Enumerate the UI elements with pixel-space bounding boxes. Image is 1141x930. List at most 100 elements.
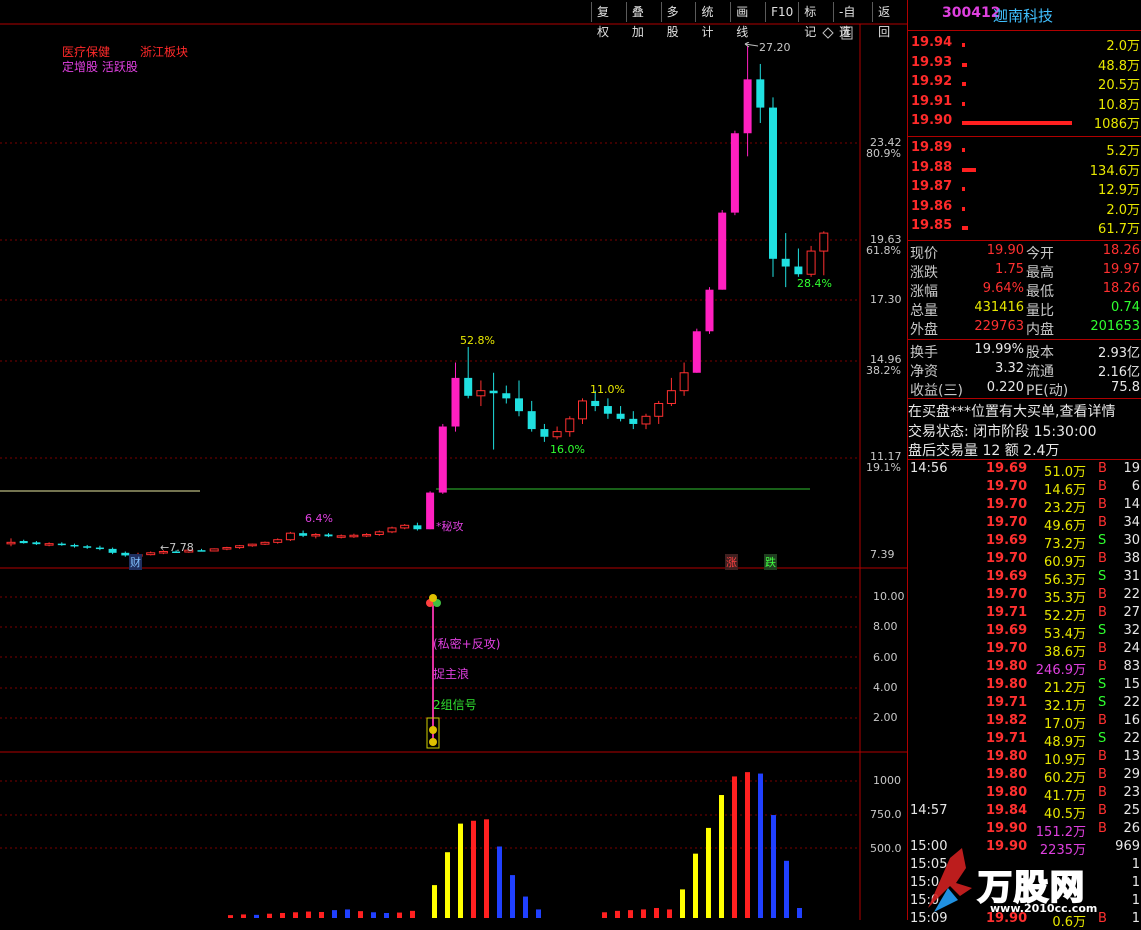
candle[interactable] [235, 544, 245, 549]
orderbook-row[interactable]: 19.85 61.7万 [908, 218, 1141, 237]
toolbar-button-1[interactable]: 叠加 [625, 2, 661, 39]
candle[interactable] [299, 530, 308, 538]
candle[interactable] [32, 541, 41, 545]
candle[interactable] [718, 210, 727, 290]
tick-count: 1 [1131, 893, 1140, 908]
sector-tag-zhejiang[interactable]: 浙江板块 [140, 43, 188, 60]
candle[interactable] [95, 545, 104, 551]
candle[interactable] [730, 130, 739, 216]
candle[interactable] [756, 63, 765, 123]
candle[interactable] [311, 533, 321, 539]
candle[interactable] [679, 362, 689, 396]
tick-count: 1 [1131, 875, 1140, 890]
candle[interactable] [540, 423, 549, 442]
candle[interactable] [578, 398, 587, 424]
candle[interactable] [324, 533, 333, 538]
candle[interactable] [806, 245, 816, 277]
toolbar-button-0[interactable]: 复权 [591, 2, 626, 39]
candle[interactable] [603, 398, 612, 419]
candle[interactable] [44, 542, 54, 547]
candle[interactable] [374, 530, 384, 536]
orderbook-row[interactable]: 19.91 10.8万 [908, 94, 1141, 113]
volume-bar [615, 910, 620, 918]
candle[interactable] [349, 533, 359, 538]
candle[interactable] [464, 346, 473, 399]
candle[interactable] [108, 547, 117, 555]
limit-down-marker[interactable]: 跌 [764, 554, 777, 570]
candle[interactable] [705, 287, 714, 334]
toolbar-button-6[interactable]: 标记 [798, 2, 833, 39]
candle[interactable] [260, 541, 270, 545]
toolbar-button-5[interactable]: F10 [765, 2, 798, 22]
fundamental-label: 收益(三) [910, 383, 963, 399]
candle[interactable] [451, 362, 460, 432]
orderbook-row[interactable]: 19.90 1086万 [908, 113, 1141, 132]
orderbook-volume: 48.8万 [1098, 58, 1140, 74]
tick-count: 19 [1123, 461, 1140, 476]
candle[interactable] [19, 539, 28, 544]
candle[interactable] [426, 491, 435, 530]
tick-volume: 21.2万 [1044, 681, 1086, 696]
fundamental-label: 股本 [1026, 345, 1054, 361]
candle[interactable] [438, 423, 447, 494]
candle[interactable] [641, 413, 651, 430]
orderbook-row[interactable]: 19.86 2.0万 [908, 199, 1141, 218]
candle[interactable] [413, 522, 422, 531]
kline-chart-area[interactable]: 复权 叠加 多股 统计 画线 F10 标记 -自选 返回 医疗保健 浙江板块 定增股 活跃股 2… [0, 0, 907, 920]
candle[interactable] [57, 542, 66, 546]
candle[interactable] [146, 551, 156, 556]
candle[interactable] [362, 533, 372, 538]
candle[interactable] [247, 543, 257, 547]
candle[interactable] [197, 548, 206, 552]
indicator-axis-label: 4.00 [873, 680, 898, 694]
candle[interactable] [70, 543, 79, 548]
candle[interactable] [273, 538, 283, 544]
candle[interactable] [515, 380, 523, 417]
candle[interactable] [743, 46, 752, 157]
orderbook-row[interactable]: 19.88 134.6万 [908, 160, 1141, 179]
candle[interactable] [336, 534, 346, 539]
candle[interactable] [400, 524, 410, 530]
orderbook-row[interactable]: 19.89 5.2万 [908, 140, 1141, 159]
notice-line-1[interactable]: 在买盘***位置有大买单,查看详情 [908, 401, 1141, 420]
candle[interactable] [692, 328, 701, 373]
toolbar-button-3[interactable]: 统计 [695, 2, 730, 39]
candle[interactable] [83, 544, 92, 549]
limit-up-marker[interactable]: 涨 [725, 554, 738, 570]
toolbar-button-4[interactable]: 画线 [730, 2, 765, 39]
quote-value: 201653 [1090, 319, 1140, 334]
candle[interactable] [209, 548, 219, 552]
toolbar-button-8[interactable]: 返回 [872, 2, 907, 39]
tick-count: 27 [1123, 605, 1140, 620]
candle[interactable] [794, 248, 803, 277]
quote-panel: 300412 迦南科技 19.94 2.0万 19.93 48.8万 19.92 20.5… [907, 0, 1141, 930]
candle[interactable] [387, 526, 397, 534]
orderbook-row[interactable]: 19.94 2.0万 [908, 35, 1141, 54]
candle[interactable] [666, 377, 676, 407]
candle[interactable] [502, 385, 511, 404]
candle[interactable] [781, 233, 790, 288]
candle[interactable] [552, 426, 562, 440]
candle[interactable] [6, 538, 16, 547]
candle[interactable] [769, 97, 777, 277]
candle[interactable] [565, 416, 575, 437]
candle[interactable] [222, 546, 232, 551]
orderbook-row[interactable]: 19.92 20.5万 [908, 74, 1141, 93]
finance-marker[interactable]: 财 [129, 554, 142, 570]
toolbar-button-2[interactable]: 多股 [660, 2, 696, 39]
candle[interactable] [489, 372, 498, 450]
volume-bar [641, 909, 646, 918]
sector-tag-concepts[interactable]: 定增股 活跃股 [62, 58, 138, 75]
orderbook-row[interactable]: 19.93 48.8万 [908, 55, 1141, 74]
candle[interactable] [285, 531, 295, 542]
quote-value: 18.26 [1102, 281, 1140, 296]
candle[interactable] [629, 411, 638, 430]
candle[interactable] [819, 231, 829, 276]
toolbar-button-7[interactable]: -自选 [833, 2, 872, 39]
candle[interactable] [654, 400, 664, 424]
orderbook-row[interactable]: 19.87 12.9万 [908, 179, 1141, 198]
candle[interactable] [527, 400, 536, 432]
candle[interactable] [616, 406, 625, 422]
candle[interactable] [476, 380, 486, 407]
tick-price: 19.69 [986, 623, 1028, 638]
